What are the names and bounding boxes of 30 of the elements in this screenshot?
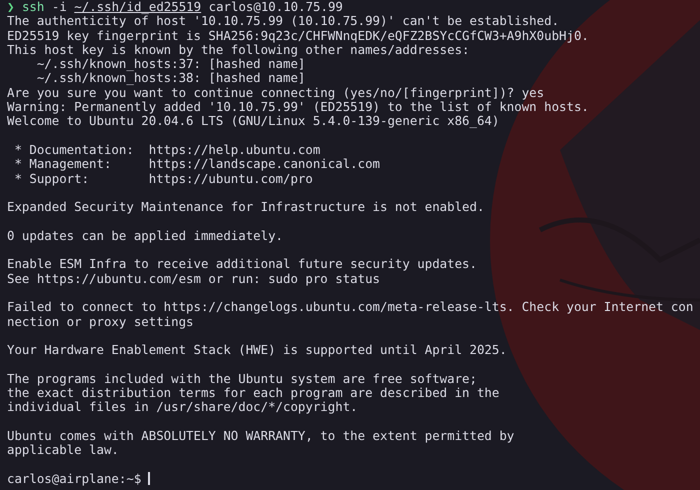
output-line: ~/.ssh/known_hosts:37: [hashed name] xyxy=(36,57,306,72)
output-line: Enable ESM Infra to receive additional future security updates. xyxy=(7,257,477,272)
command-name: ssh xyxy=(22,0,44,14)
output-line: This host key is known by the following other names/addresses: xyxy=(7,42,470,58)
output-line: ED25519 key fingerprint is SHA256:9q23c/CHFWNnqEDK/eQFZ2BSYcCGfCW3+A9hX0ubHj0. xyxy=(7,28,589,43)
option-text: -i xyxy=(52,0,67,14)
output-line: 0 updates can be applied immediately. xyxy=(7,228,284,244)
output-line: The programs included with the Ubuntu system are free software; xyxy=(7,372,477,386)
output-line: applicable law. xyxy=(7,443,119,458)
output-line: ~/.ssh/known_hosts:38: [hashed name] xyxy=(36,71,306,86)
ssh-target: carlos@10.10.75.99 xyxy=(208,0,343,14)
output-line: The authenticity of host '10.10.75.99 (10.10.75.99)' can't be established. xyxy=(7,14,560,29)
output-line: Failed to connect to https://changelogs.ubuntu.com/meta-release-lts. Check your Internet con xyxy=(7,300,694,315)
text-cursor xyxy=(148,472,150,486)
output-line: Ubuntu comes with ABSOLUTELY NO WARRANTY, to the extent permitted by xyxy=(7,428,514,444)
output-line: Your Hardware Enablement Stack (HWE) is supported until April 2025. xyxy=(7,343,507,358)
output-line: * Management: https://landscape.canonical.com xyxy=(13,157,380,172)
output-line: Expanded Security Maintenance for Infrastructure is not enabled. xyxy=(7,200,484,214)
output-line: Welcome to Ubuntu 20.04.6 LTS (GNU/Linux 5.4.0-139-generic x86_64) xyxy=(7,114,500,129)
output-line: the exact distribution terms for each program are described in the xyxy=(7,386,500,400)
output-line: * Documentation: https://help.ubuntu.com xyxy=(13,142,320,158)
output-line: Warning: Permanently added '10.10.75.99' (ED25519) to the list of known hosts. xyxy=(7,100,589,114)
key-path: ~/.ssh/id_ed25519 xyxy=(74,0,202,14)
output-line: See https://ubuntu.com/esm or run: sudo pro status xyxy=(7,272,380,286)
shell-prompt: carlos@airplane:~$ xyxy=(7,472,142,486)
output-line: * Support: https://ubuntu.com/pro xyxy=(13,172,313,186)
output-line: individual files in /usr/share/doc/*/copyright. xyxy=(7,400,358,415)
prompt-symbol: ❯ xyxy=(7,0,14,14)
output-line: Are you sure you want to continue connecting (yes/no/[fingerprint])? yes xyxy=(7,86,544,100)
output-line: nection or proxy settings xyxy=(7,314,194,329)
